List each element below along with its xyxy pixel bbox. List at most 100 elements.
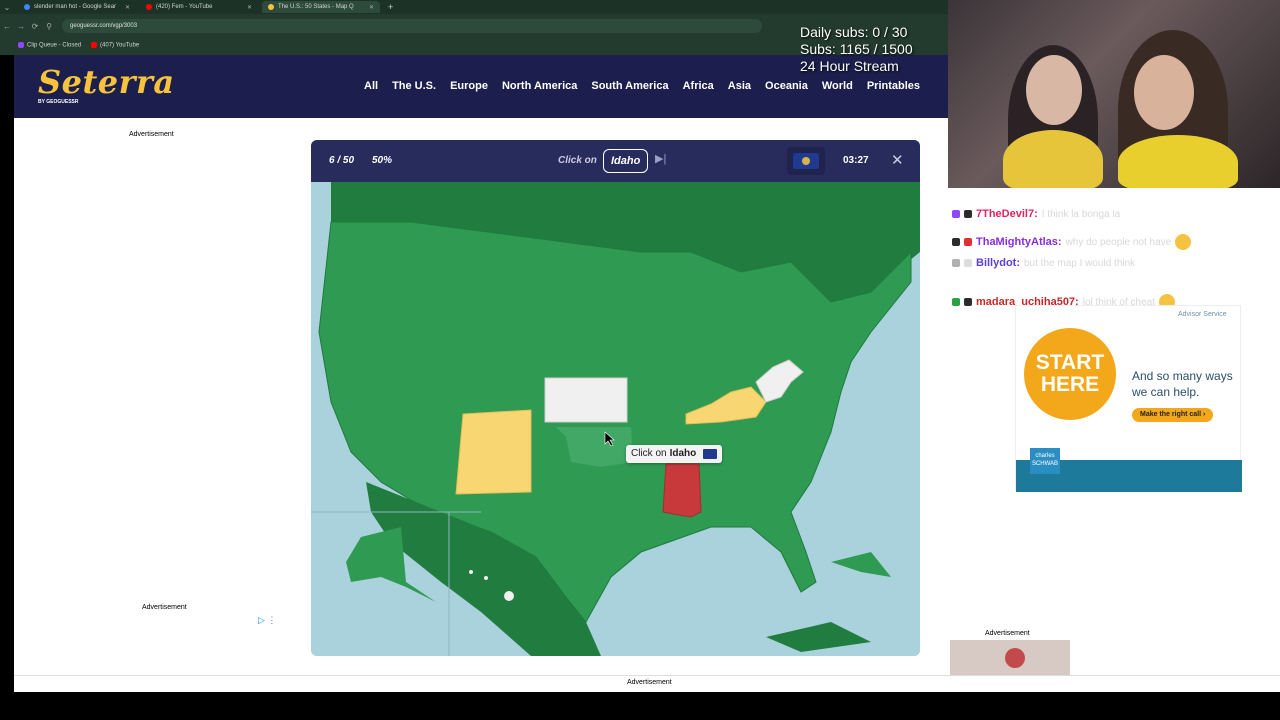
badge-icon	[952, 298, 960, 306]
emote-icon	[1175, 234, 1192, 250]
nav-us[interactable]: The U.S.	[392, 80, 436, 92]
reload-icon[interactable]: ⟳	[28, 22, 42, 31]
ad-label: Advertisement	[129, 131, 174, 138]
webcam-feed	[948, 0, 1280, 188]
schwab-logo: charles SCHWAB	[1030, 448, 1060, 474]
streamer-2-shirt	[1118, 135, 1238, 188]
tab-bar: ⌄ slender man hot - Google Sear ✕ (420) …	[0, 0, 948, 14]
ad-label: Advertisement	[985, 630, 1030, 637]
nav-oceania[interactable]: Oceania	[765, 80, 808, 92]
back-icon[interactable]: ←	[0, 22, 14, 31]
ad-label: Advertisement	[627, 679, 672, 686]
badge-icon	[952, 259, 960, 267]
seterra-icon	[268, 4, 274, 10]
chat-text: why do people not have	[1065, 236, 1172, 248]
chat-message: ThaMightyAtlas: why do people not have	[952, 234, 1192, 250]
score-counter: 6 / 50	[329, 155, 355, 166]
close-tab-icon[interactable]: ✕	[125, 4, 130, 11]
state-kansas[interactable]	[544, 377, 628, 423]
browser-tab-active[interactable]: The U.S.: 50 States - Map Q ✕	[262, 1, 380, 13]
idaho-flag-icon	[703, 449, 718, 459]
screen: ⌄ slender man hot - Google Sear ✕ (420) …	[0, 0, 1280, 720]
chat-text: I think la bonga la	[1041, 208, 1121, 220]
tab-title: slender man hot - Google Sear	[34, 4, 117, 10]
new-tab-icon[interactable]: +	[388, 2, 393, 12]
nav-south-america[interactable]: South America	[591, 80, 668, 92]
bookmark-label: (407) YouTube	[100, 42, 140, 49]
streamer-1-shirt	[1003, 130, 1103, 188]
prompt-label: Click on	[558, 155, 597, 166]
ad-image-object	[1005, 648, 1025, 668]
overlay-stream-label: 24 Hour Stream	[800, 58, 899, 74]
ad-label: Advertisement	[142, 604, 187, 611]
main-nav: All The U.S. Europe North America South …	[364, 80, 920, 92]
hover-tooltip: Click on Idaho	[626, 445, 723, 463]
state-mississippi[interactable]	[662, 463, 702, 518]
state-hawaii[interactable]	[469, 570, 473, 574]
badge-icon	[952, 238, 960, 246]
nav-africa[interactable]: Africa	[683, 80, 714, 92]
state-hawaii[interactable]	[504, 591, 514, 601]
nav-printables[interactable]: Printables	[867, 80, 920, 92]
chat-username[interactable]: 7TheDevil7:	[976, 208, 1038, 220]
quiz-game: 6 / 50 50% Click on Idaho ▶| 03:27 ✕ Cli…	[311, 140, 920, 656]
badge-icon	[964, 259, 972, 267]
site-info-icon[interactable]: ⚲	[42, 22, 56, 31]
close-tab-icon[interactable]: ✕	[247, 4, 252, 11]
nav-world[interactable]: World	[822, 80, 853, 92]
chat-message: 7TheDevil7: I think la bonga la	[952, 208, 1120, 220]
logo-byline: BY GEOGUESSR	[38, 99, 79, 105]
us-map[interactable]	[311, 182, 920, 656]
schwab-ad[interactable]: Advisor Service START HERE And so many w…	[1015, 305, 1242, 492]
badge-icon	[964, 210, 972, 218]
badge-icon	[964, 298, 972, 306]
flag-hint-button[interactable]	[787, 147, 825, 175]
bottom-ad-banner: Advertisement	[14, 675, 1280, 692]
ad-cta-button[interactable]: Make the right call ›	[1132, 408, 1214, 422]
target-state: Idaho	[603, 149, 649, 173]
nav-europe[interactable]: Europe	[450, 80, 488, 92]
chat-username[interactable]: ThaMightyAtlas:	[976, 236, 1062, 248]
ad-service-label: Advisor Service	[1178, 311, 1227, 318]
bookmark-label: Clip Queue - Closed	[27, 42, 82, 49]
ad-start-circle[interactable]: START HERE	[1024, 328, 1116, 420]
game-timer: 03:27	[843, 155, 869, 166]
bookmark-item[interactable]: (407) YouTube	[91, 41, 140, 49]
overlay-daily-subs: Daily subs: 0 / 30	[800, 24, 908, 40]
ad-headline: And so many ways we can help.	[1132, 369, 1233, 399]
bottom-bar	[0, 692, 1280, 720]
nav-north-america[interactable]: North America	[502, 80, 577, 92]
seterra-logo[interactable]: Seterra	[38, 63, 175, 101]
nav-all[interactable]: All	[364, 80, 378, 92]
browser-tab[interactable]: slender man hot - Google Sear ✕	[18, 1, 136, 13]
bookmark-item[interactable]: Clip Queue - Closed	[18, 41, 82, 49]
stream-overlay: Daily subs: 0 / 30 Subs: 1165 / 1500 24 …	[800, 24, 913, 75]
tab-title: (420) Fem - YouTube	[156, 4, 213, 10]
tab-list-icon[interactable]: ⌄	[0, 3, 14, 12]
game-toolbar: 6 / 50 50% Click on Idaho ▶| 03:27 ✕	[311, 140, 920, 182]
nav-asia[interactable]: Asia	[728, 80, 751, 92]
tooltip-target: Idaho	[669, 448, 697, 459]
google-icon	[24, 4, 30, 10]
badge-icon	[964, 238, 972, 246]
overlay-subs: Subs: 1165 / 1500	[800, 41, 913, 57]
browser-tab[interactable]: (420) Fem - YouTube ✕	[140, 1, 258, 13]
streamer-1-face	[1026, 55, 1082, 125]
chat-username[interactable]: Billydot:	[976, 257, 1020, 269]
badge-icon	[952, 210, 960, 218]
forward-icon[interactable]: →	[14, 22, 28, 31]
skip-icon[interactable]: ▶|	[655, 152, 666, 165]
tooltip-prefix: Click on	[631, 448, 667, 459]
address-bar[interactable]: geoguessr.com/vgp/3003	[62, 19, 762, 33]
youtube-icon	[146, 4, 152, 10]
small-ad-image[interactable]	[950, 640, 1070, 675]
state-hawaii[interactable]	[484, 576, 488, 580]
adchoices-icon[interactable]: ▷ ⋮	[258, 615, 276, 626]
tab-title: The U.S.: 50 States - Map Q	[278, 4, 354, 10]
close-tab-icon[interactable]: ✕	[369, 4, 374, 11]
close-icon[interactable]: ✕	[891, 151, 904, 169]
state-new-mexico[interactable]	[455, 409, 532, 495]
chat-message: Billydot: but the map I would think	[952, 257, 1135, 269]
score-percent: 50%	[372, 155, 393, 166]
youtube-icon	[91, 41, 98, 48]
